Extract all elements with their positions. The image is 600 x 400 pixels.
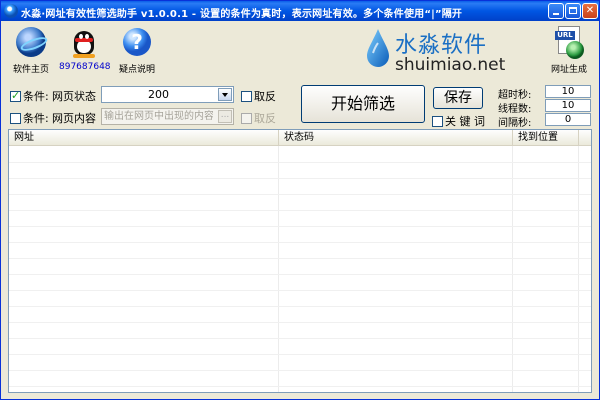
ellipsis-button[interactable]: ... xyxy=(218,110,232,123)
start-filter-button[interactable]: 开始筛选 xyxy=(301,85,425,123)
qq-number-label: 897687648 xyxy=(59,62,111,72)
help-label: 疑点说明 xyxy=(118,65,155,75)
condition2-invert-label: 取反 xyxy=(254,112,276,125)
status-code-select[interactable]: 200 xyxy=(101,86,234,103)
condition1-checkbox[interactable] xyxy=(10,89,21,102)
save-button[interactable]: 保存 xyxy=(433,87,483,109)
title-bar[interactable]: 水淼·网址有效性筛选助手 v1.0.0.1 - 设置的条件为真时，表示网址有效。… xyxy=(1,1,599,21)
page-content-field[interactable]: ... xyxy=(101,108,234,125)
question-icon: ? xyxy=(120,25,154,59)
keyword-checkbox[interactable] xyxy=(432,114,443,127)
interval-label: 间隔秒: xyxy=(498,118,532,129)
condition2-checkbox[interactable] xyxy=(10,111,21,124)
timeout-label: 超时秒: xyxy=(498,90,532,101)
water-drop-icon xyxy=(367,29,389,67)
main-window: 水淼·网址有效性筛选助手 v1.0.0.1 - 设置的条件为真时，表示网址有效。… xyxy=(0,0,600,400)
column-header-url[interactable]: 网址 xyxy=(9,130,279,146)
interval-input[interactable]: 0 xyxy=(545,113,591,126)
penguin-icon xyxy=(67,25,101,59)
condition2-invert-checkbox[interactable] xyxy=(241,111,252,124)
chevron-down-icon[interactable] xyxy=(218,88,232,101)
keyword-label: 关 键 词 xyxy=(445,115,485,128)
page-content-input[interactable] xyxy=(102,109,215,124)
minimize-icon xyxy=(553,13,559,15)
maximize-icon xyxy=(569,7,577,14)
status-code-value: 200 xyxy=(148,88,169,101)
condition1-name: 网页状态 xyxy=(52,90,96,103)
table-header: 网址 状态码 找到位置 xyxy=(9,130,591,146)
minimize-button[interactable] xyxy=(548,3,564,19)
condition1-invert-checkbox[interactable] xyxy=(241,89,252,102)
url-document-icon: URL xyxy=(552,25,586,59)
globe-icon xyxy=(14,25,48,59)
home-button[interactable]: 软件主页 xyxy=(9,25,53,75)
home-label: 软件主页 xyxy=(12,65,49,75)
url-generator-button[interactable]: URL 网址生成 xyxy=(545,25,593,75)
column-header-status[interactable]: 状态码 xyxy=(279,130,513,146)
close-button[interactable]: ✕ xyxy=(582,3,598,19)
help-button[interactable]: ? 疑点说明 xyxy=(115,25,159,75)
window-title: 水淼·网址有效性筛选助手 v1.0.0.1 - 设置的条件为真时，表示网址有效。… xyxy=(21,9,463,20)
condition1-invert-label: 取反 xyxy=(254,90,276,103)
results-table[interactable]: 网址 状态码 找到位置 xyxy=(8,129,592,393)
condition2-prefix: 条件: xyxy=(23,112,49,125)
column-header-position[interactable]: 找到位置 xyxy=(513,130,579,146)
brand-url: shuimiao.net xyxy=(395,55,506,75)
threads-label: 线程数: xyxy=(498,104,532,115)
condition2-name: 网页内容 xyxy=(52,112,96,125)
maximize-button[interactable] xyxy=(565,3,581,19)
threads-input[interactable]: 10 xyxy=(545,99,591,112)
timeout-input[interactable]: 10 xyxy=(545,85,591,98)
condition1-prefix: 条件: xyxy=(23,90,49,103)
brand-logo: 水淼软件 shuimiao.net xyxy=(363,25,533,77)
qq-button[interactable]: 897687648 xyxy=(59,25,111,72)
app-icon xyxy=(4,4,18,18)
url-generator-label: 网址生成 xyxy=(550,65,587,75)
close-icon: ✕ xyxy=(585,5,595,16)
